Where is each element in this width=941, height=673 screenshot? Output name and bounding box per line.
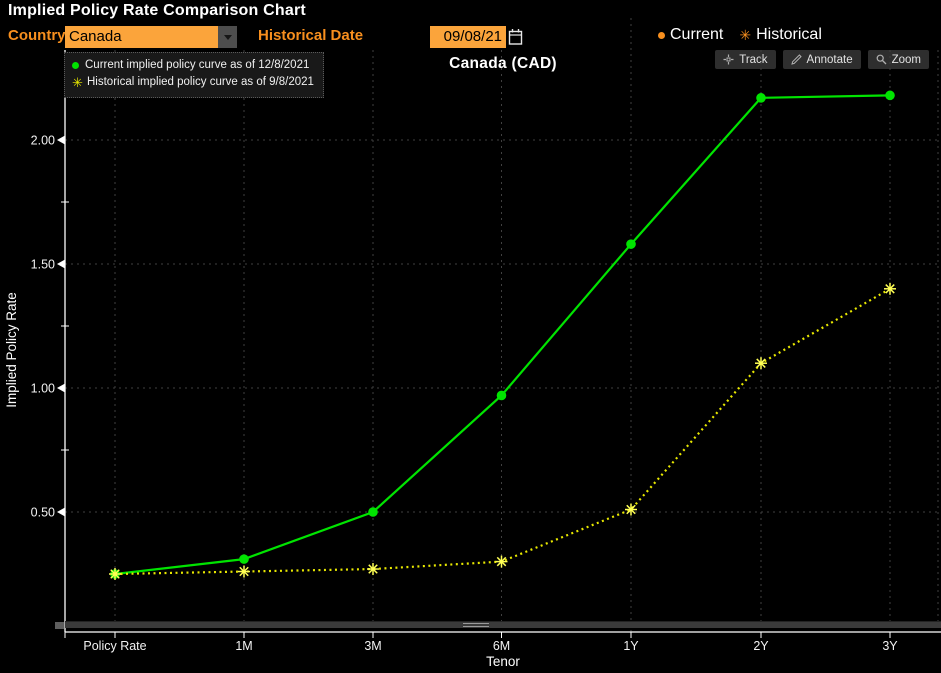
svg-text:2Y: 2Y — [753, 639, 769, 653]
green-dot-icon — [72, 62, 79, 69]
plot-legend-current-text: Current implied policy curve as of 12/8/… — [85, 57, 309, 74]
svg-text:3Y: 3Y — [882, 639, 898, 653]
plot-legend-row-historical: ✳ Historical implied policy curve as of … — [72, 74, 314, 91]
plot-legend-historical-text: Historical implied policy curve as of 9/… — [87, 74, 314, 91]
svg-text:1Y: 1Y — [623, 639, 639, 653]
plot-legend-box: Current implied policy curve as of 12/8/… — [64, 52, 324, 98]
svg-text:2.00: 2.00 — [31, 134, 55, 148]
svg-text:1.50: 1.50 — [31, 258, 55, 272]
scrollbar-grip[interactable] — [463, 623, 489, 627]
svg-text:0.50: 0.50 — [31, 506, 55, 520]
svg-text:1.00: 1.00 — [31, 382, 55, 396]
svg-text:Implied Policy Rate: Implied Policy Rate — [4, 292, 19, 408]
horizontal-scrollbar[interactable] — [65, 621, 941, 628]
svg-text:1M: 1M — [235, 639, 252, 653]
scrollbar-left-cap — [55, 622, 64, 629]
plot-legend-row-current: Current implied policy curve as of 12/8/… — [72, 57, 314, 74]
app-window: Implied Policy Rate Comparison Chart Cou… — [0, 0, 941, 673]
svg-text:Tenor: Tenor — [486, 654, 520, 669]
svg-text:Policy Rate: Policy Rate — [83, 639, 146, 653]
svg-text:3M: 3M — [364, 639, 381, 653]
plot-area[interactable]: 0.50 1.00 1.50 2.00 Policy Rate 1M 3M 6M 1Y 2Y 3Y T… — [0, 0, 941, 673]
svg-text:6M: 6M — [493, 639, 510, 653]
yellow-asterisk-icon: ✳ — [72, 79, 81, 87]
